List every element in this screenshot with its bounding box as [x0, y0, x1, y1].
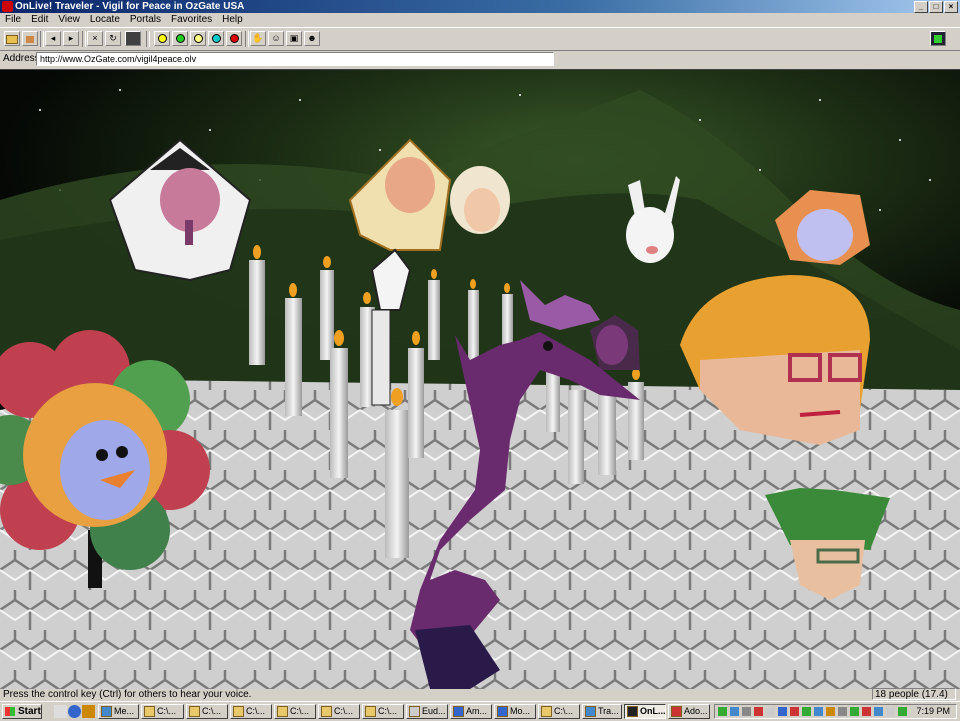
refresh-icon[interactable]: ↻: [105, 31, 121, 46]
speaker-icon[interactable]: [886, 707, 895, 716]
address-bar: Address:: [0, 50, 960, 68]
task-eudora[interactable]: Eud...: [406, 704, 448, 719]
menu-edit[interactable]: Edit: [26, 13, 53, 27]
task-me[interactable]: Me...: [98, 704, 139, 719]
menu-file[interactable]: File: [0, 13, 26, 27]
task-folder-3[interactable]: C:\...: [230, 704, 272, 719]
tray-icon-12[interactable]: [850, 707, 859, 716]
task-folder-4[interactable]: C:\...: [274, 704, 316, 719]
menu-view[interactable]: View: [53, 13, 85, 27]
window-title: OnLive! Traveler - Vigil for Peace in Oz…: [15, 1, 245, 12]
tray-icon-11[interactable]: [838, 707, 847, 716]
camera-icon[interactable]: ▣: [286, 31, 302, 46]
task-mo[interactable]: Mo...: [494, 704, 536, 719]
back-arrow-icon[interactable]: ◂: [45, 31, 61, 46]
forward-arrow-icon[interactable]: ▸: [63, 31, 79, 46]
task-folder-1[interactable]: C:\...: [141, 704, 184, 719]
tray-icon-6[interactable]: [778, 707, 787, 716]
angry-emotion-icon[interactable]: [172, 31, 188, 46]
task-tra[interactable]: Tra...: [582, 704, 622, 719]
tray-icon-13[interactable]: [862, 707, 871, 716]
clock: 7:19 PM: [916, 706, 950, 716]
gesture-icon[interactable]: ✋: [250, 31, 266, 46]
tray-icon-3[interactable]: [742, 707, 751, 716]
tray-icon-2[interactable]: [730, 707, 739, 716]
menu-favorites[interactable]: Favorites: [166, 13, 217, 27]
tray-icon-16[interactable]: [898, 707, 907, 716]
stop-icon[interactable]: ×: [87, 31, 103, 46]
menu-bar: File Edit View Locate Portals Favorites …: [0, 13, 960, 27]
tray-icon-4[interactable]: [754, 707, 763, 716]
tray-icon-9[interactable]: [814, 707, 823, 716]
status-bar: Press the control key (Ctrl) for others …: [0, 688, 960, 701]
task-folder-2[interactable]: C:\...: [186, 704, 228, 719]
close-button[interactable]: ×: [944, 1, 958, 13]
home-icon[interactable]: [22, 31, 38, 46]
task-am[interactable]: Am...: [450, 704, 492, 719]
toolbar: ◂ ▸ × ↻ ✋ ☺ ▣ ☻: [0, 27, 960, 51]
avatar-icon[interactable]: ☺: [268, 31, 284, 46]
maximize-button[interactable]: □: [929, 1, 943, 13]
task-folder-7[interactable]: C:\...: [538, 704, 580, 719]
mute-icon[interactable]: [125, 31, 141, 46]
desktop-icon[interactable]: [54, 705, 67, 718]
taskbar: Start Me... C:\... C:\... C:\... C:\... …: [0, 701, 960, 721]
open-folder-icon[interactable]: [4, 31, 20, 46]
tray-icon-8[interactable]: [802, 707, 811, 716]
tray-icon-10[interactable]: [826, 707, 835, 716]
start-label: Start: [18, 706, 41, 717]
menu-portals[interactable]: Portals: [125, 13, 166, 27]
task-adobe[interactable]: Ado...: [668, 704, 710, 719]
tray-icon-1[interactable]: [718, 707, 727, 716]
address-input[interactable]: [36, 52, 554, 66]
3d-world-viewport[interactable]: [0, 69, 960, 689]
status-message: Press the control key (Ctrl) for others …: [3, 689, 252, 700]
menu-help[interactable]: Help: [217, 13, 248, 27]
happy-emotion-icon[interactable]: [154, 31, 170, 46]
tray-icon-7[interactable]: [790, 707, 799, 716]
app-icon: [2, 1, 13, 12]
menu-locate[interactable]: Locate: [85, 13, 125, 27]
onlive-logo-icon[interactable]: [930, 31, 946, 46]
system-tray: 7:19 PM: [714, 704, 957, 719]
tray-icon-14[interactable]: [874, 707, 883, 716]
start-button[interactable]: Start: [2, 704, 42, 719]
people-count: 18 people (17.4): [872, 688, 956, 700]
title-bar: OnLive! Traveler - Vigil for Peace in Oz…: [0, 0, 960, 13]
minimize-button[interactable]: _: [914, 1, 928, 13]
ie-icon[interactable]: [68, 705, 81, 718]
3d-scene: [0, 70, 960, 689]
task-folder-6[interactable]: C:\...: [362, 704, 404, 719]
sad-emotion-icon[interactable]: [208, 31, 224, 46]
windows-flag-icon: [5, 707, 15, 716]
neutral-emotion-icon[interactable]: [190, 31, 206, 46]
task-folder-5[interactable]: C:\...: [318, 704, 360, 719]
task-onlive[interactable]: OnL...: [624, 704, 666, 719]
outlook-icon[interactable]: [82, 705, 95, 718]
avatar-blonde-head[interactable]: [450, 166, 510, 234]
tray-icon-5[interactable]: [766, 707, 775, 716]
people-icon[interactable]: ☻: [304, 31, 320, 46]
stop-emotion-icon[interactable]: [226, 31, 242, 46]
window-controls: _ □ ×: [914, 1, 958, 13]
